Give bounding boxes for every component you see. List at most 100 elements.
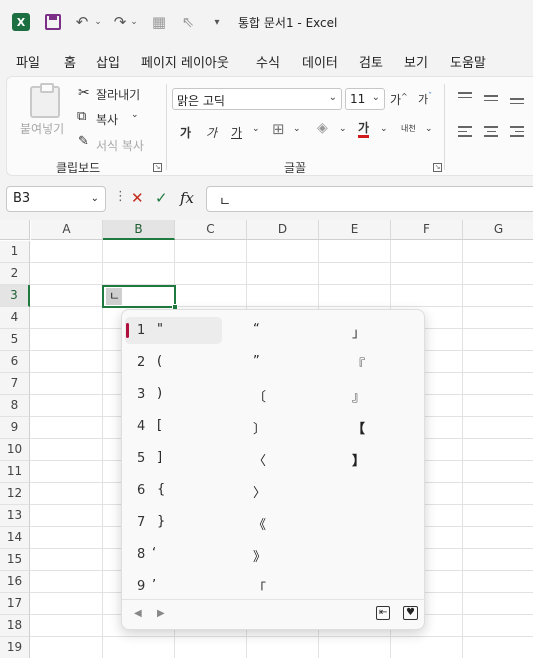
tab-data[interactable]: 데이터 — [302, 52, 338, 71]
column-header[interactable]: B — [103, 220, 175, 240]
font-name-select[interactable]: 맑은 고딕 ⌄ — [172, 88, 342, 110]
italic-button[interactable]: 가 — [206, 124, 217, 141]
undo-icon[interactable]: ↶ — [72, 12, 92, 32]
row-header[interactable]: 12 — [0, 483, 30, 505]
cut-button[interactable]: 잘라내기 — [96, 86, 140, 103]
column-header[interactable]: A — [31, 220, 103, 240]
redo-icon[interactable]: ↷ — [110, 12, 130, 32]
align-right-icon[interactable] — [510, 126, 524, 137]
candidate-row[interactable]: 3 ) 〔 』 — [122, 377, 426, 409]
previous-page-icon[interactable]: ◀ — [134, 608, 142, 619]
candidate-symbol[interactable]: " — [157, 322, 163, 337]
column-header[interactable]: E — [319, 220, 391, 240]
candidate-symbol[interactable]: 【 — [352, 418, 365, 437]
fill-color-icon[interactable]: ◈ — [317, 120, 328, 136]
tab-insert[interactable]: 삽입 — [96, 52, 120, 71]
align-center-icon[interactable] — [484, 126, 498, 137]
row-header[interactable]: 8 — [0, 395, 30, 417]
row-header[interactable]: 16 — [0, 571, 30, 593]
undo-dropdown-chevron-icon[interactable]: ⌄ — [94, 12, 102, 32]
candidate-symbol[interactable]: 『 — [352, 354, 365, 373]
row-header[interactable]: 9 — [0, 417, 30, 439]
redo-dropdown-chevron-icon[interactable]: ⌄ — [130, 12, 138, 32]
underline-button[interactable]: 가 — [231, 124, 242, 141]
pointer-icon[interactable]: ⇖ — [180, 12, 196, 32]
candidate-symbol[interactable]: 「 — [253, 578, 266, 597]
row-header[interactable]: 6 — [0, 351, 30, 373]
candidate-symbol[interactable]: 』 — [352, 386, 365, 405]
tab-home[interactable]: 홈 — [64, 52, 76, 79]
fill-color-dropdown-chevron-icon[interactable]: ⌄ — [339, 124, 347, 134]
candidate-symbol[interactable]: ) — [157, 386, 162, 401]
column-header[interactable]: F — [391, 220, 463, 240]
borders-icon[interactable]: ⊞ — [272, 120, 285, 138]
cancel-icon[interactable]: ✕ — [131, 189, 144, 207]
align-middle-icon[interactable] — [484, 95, 498, 106]
bold-button[interactable]: 가 — [180, 124, 191, 141]
candidate-row[interactable]: 8 ‘ 》 — [122, 537, 426, 569]
row-header[interactable]: 3 — [0, 285, 30, 307]
tab-page-layout[interactable]: 페이지 레이아웃 — [141, 52, 229, 71]
borders-dropdown-chevron-icon[interactable]: ⌄ — [293, 124, 301, 134]
row-header[interactable]: 17 — [0, 593, 30, 615]
row-header[interactable]: 4 — [0, 307, 30, 329]
favorite-icon[interactable]: ♥ — [403, 606, 418, 620]
customize-qat-icon[interactable]: ▾ — [210, 12, 224, 32]
column-header[interactable]: D — [247, 220, 319, 240]
candidate-symbol[interactable]: ( — [157, 354, 162, 369]
candidate-row[interactable]: 6 { 〉 — [122, 473, 426, 505]
font-size-select[interactable]: 11 ⌄ — [345, 88, 385, 110]
candidate-row[interactable]: 5 ] 〈 】 — [122, 441, 426, 473]
row-header[interactable]: 11 — [0, 461, 30, 483]
align-bottom-icon[interactable] — [510, 98, 524, 109]
candidate-symbol[interactable]: } — [157, 514, 165, 529]
decrease-font-size-button[interactable]: 가ˇ — [418, 91, 432, 107]
font-color-dropdown-chevron-icon[interactable]: ⌄ — [380, 124, 388, 134]
paste-button[interactable]: 붙여넣기 — [20, 120, 64, 137]
phonetic-dropdown-chevron-icon[interactable]: ⌄ — [425, 124, 433, 134]
row-header[interactable]: 18 — [0, 615, 30, 637]
phonetic-guide-button[interactable]: 내천 — [401, 123, 416, 134]
tab-formulas[interactable]: 수식 — [256, 52, 280, 71]
row-header[interactable]: 13 — [0, 505, 30, 527]
candidate-symbol[interactable]: 《 — [253, 514, 266, 533]
column-header[interactable]: G — [463, 220, 533, 240]
candidate-symbol[interactable]: ] — [157, 450, 162, 465]
tab-help[interactable]: 도움말 — [450, 52, 486, 71]
candidate-symbol[interactable]: 》 — [253, 546, 266, 565]
candidate-symbol[interactable]: 〔 — [253, 386, 266, 405]
switch-panel-icon[interactable]: ⇤ — [376, 606, 391, 620]
font-launcher-icon[interactable]: ↘ — [433, 163, 442, 172]
formula-bar-options-icon[interactable]: ⋮ — [114, 189, 127, 204]
candidate-row[interactable]: 4 [ 〕 【 — [122, 409, 426, 441]
candidate-symbol[interactable]: 」 — [352, 322, 365, 341]
increase-font-size-button[interactable]: 가^ — [390, 91, 408, 108]
row-header[interactable]: 5 — [0, 329, 30, 351]
active-cell-b3[interactable]: ㄴ — [102, 285, 178, 310]
candidate-row[interactable]: 2 ( ” 『 — [122, 345, 426, 377]
align-left-icon[interactable] — [458, 126, 472, 137]
underline-dropdown-chevron-icon[interactable]: ⌄ — [252, 124, 260, 134]
tab-review[interactable]: 검토 — [359, 52, 383, 71]
select-all-button[interactable] — [0, 220, 30, 240]
candidate-symbol[interactable]: ” — [253, 354, 260, 369]
name-box[interactable]: B3 ⌄ — [6, 186, 106, 212]
excel-logo-icon[interactable]: X — [12, 13, 30, 31]
form-icon[interactable]: ▦ — [150, 12, 168, 32]
row-header[interactable]: 10 — [0, 439, 30, 461]
candidate-row[interactable]: 7 } 《 — [122, 505, 426, 537]
font-color-button[interactable]: 가 — [358, 122, 370, 138]
candidate-symbol[interactable]: ’ — [152, 578, 156, 593]
format-painter-button[interactable]: 서식 복사 — [96, 137, 144, 154]
candidate-symbol[interactable]: 〉 — [253, 482, 266, 501]
row-header[interactable]: 1 — [0, 241, 30, 263]
tab-view[interactable]: 보기 — [404, 52, 428, 71]
save-icon[interactable] — [44, 12, 62, 32]
candidate-row[interactable]: 1 " “ 」 — [122, 313, 426, 345]
insert-function-button[interactable]: fx — [180, 189, 194, 207]
candidate-symbol[interactable]: 】 — [352, 450, 365, 469]
clipboard-launcher-icon[interactable]: ↘ — [153, 163, 162, 172]
copy-button[interactable]: 복사 — [96, 111, 118, 128]
copy-dropdown-chevron-icon[interactable]: ⌄ — [131, 110, 139, 120]
enter-icon[interactable]: ✓ — [155, 189, 168, 207]
